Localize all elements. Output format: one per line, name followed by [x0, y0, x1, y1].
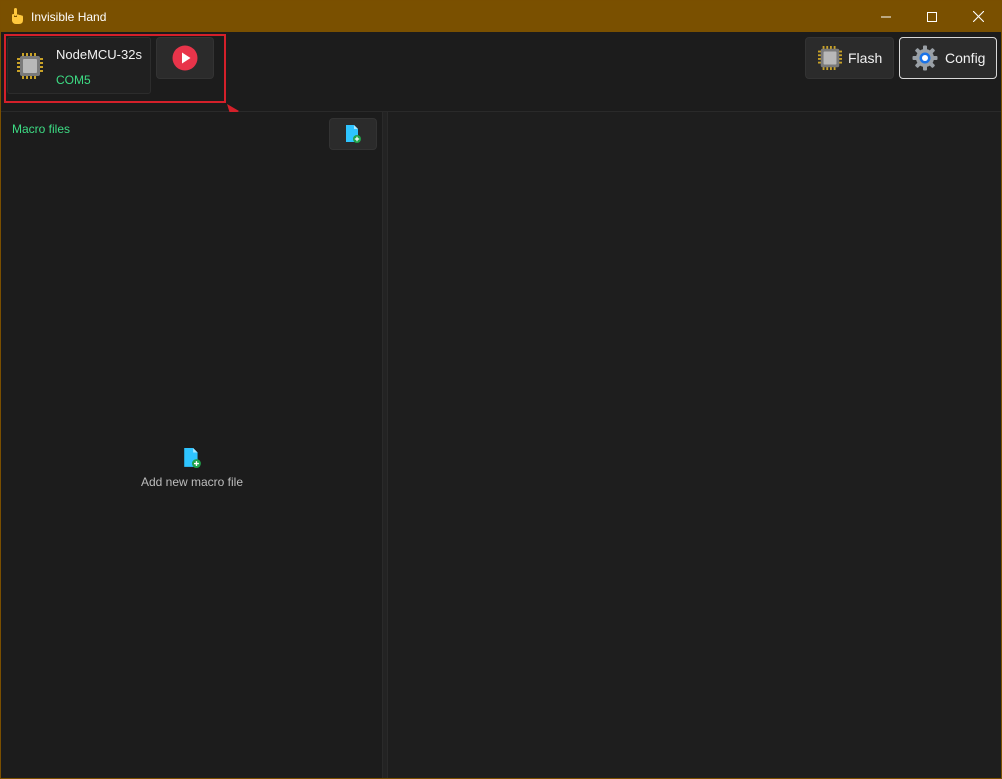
close-icon: [972, 11, 984, 22]
new-macro-file-button[interactable]: [329, 118, 377, 150]
chip-icon: [818, 46, 842, 70]
macro-files-panel: Macro files Add new macro file: [1, 112, 383, 778]
maximize-button[interactable]: [909, 1, 955, 32]
config-label: Config: [945, 50, 986, 66]
title-bar: Invisible Hand: [1, 1, 1001, 32]
annotation-highlight-box: [4, 34, 226, 103]
gear-icon: [912, 45, 938, 71]
add-file-icon: [346, 125, 361, 143]
flash-button[interactable]: Flash: [805, 37, 894, 79]
app-window: Invisible Hand NodeMCU-32s COM5 Flash Co…: [0, 0, 1002, 779]
add-file-icon: [184, 448, 201, 468]
minimize-button[interactable]: [863, 1, 909, 32]
maximize-icon: [927, 11, 937, 22]
empty-state[interactable]: Add new macro file: [1, 448, 383, 489]
window-title: Invisible Hand: [31, 10, 107, 24]
minimize-icon: [881, 16, 891, 17]
flash-label: Flash: [848, 50, 883, 66]
hand-pointer-icon: [12, 8, 23, 24]
editor-panel: [387, 112, 1001, 778]
config-button[interactable]: Config: [899, 37, 997, 79]
empty-state-text: Add new macro file: [140, 475, 244, 489]
close-button[interactable]: [955, 1, 1001, 32]
panel-title: Macro files: [12, 122, 71, 136]
